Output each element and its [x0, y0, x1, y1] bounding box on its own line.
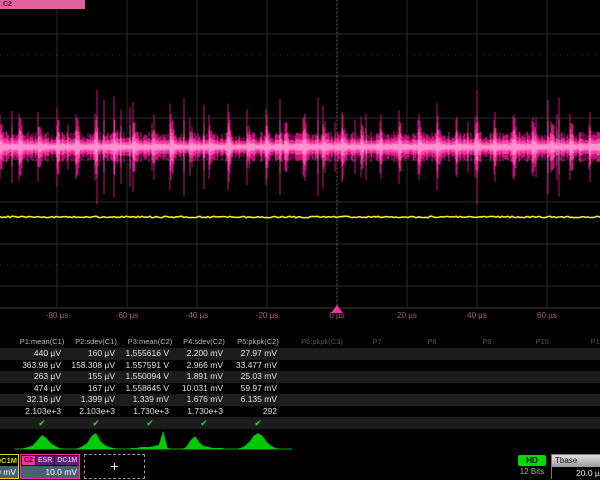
measurement-value: 1.550094 V [123, 371, 169, 381]
measurement-value: 1.555616 V [123, 348, 169, 358]
c2-esr-badge: ESR [36, 456, 54, 465]
measurement-value: 2.966 mV [177, 360, 223, 370]
histicon[interactable] [128, 431, 172, 449]
measurement-value: 155 µV [69, 371, 115, 381]
measurement-header-inactive[interactable]: P11 [570, 337, 600, 346]
timebase-descriptor[interactable]: Tbase 20.0 µs [551, 454, 600, 479]
measurement-value: 263 µV [15, 371, 61, 381]
histicon[interactable] [74, 433, 118, 449]
measurement-value: 1.558645 V [123, 383, 169, 393]
measurement-value: 292 [231, 406, 277, 416]
measurement-header[interactable]: P3:mean(C2) [123, 337, 177, 346]
time-axis-label: -20 µs [245, 311, 289, 320]
measurement-header-inactive[interactable]: P6:pkpk(C3) [295, 337, 350, 346]
time-axis-label: 60 µs [525, 311, 569, 320]
c2-coupling-badge: DC1M [55, 456, 79, 465]
measurement-header-inactive[interactable]: P7 [350, 337, 405, 346]
measurement-value: 32.16 µV [15, 394, 61, 404]
c2-volts-per-div: 10.0 mV [21, 466, 79, 478]
hd-mode-badge[interactable]: HD [518, 455, 546, 466]
measurement-header-inactive[interactable]: P9 [460, 337, 515, 346]
add-trace-button[interactable]: + [84, 454, 145, 479]
hd-bits-label: 12 Bits [512, 467, 552, 476]
time-axis-label: -40 µs [175, 311, 219, 320]
histicon[interactable] [20, 435, 64, 449]
timebase-value: 20.0 µs [552, 467, 600, 479]
measurement-header-inactive[interactable]: P10 [515, 337, 570, 346]
measurement-status-check: ✔ [177, 418, 231, 429]
measurement-value: 6.135 mV [231, 394, 277, 404]
c1-volts-per-div: 10.0 mV [0, 466, 18, 478]
c1-coupling-label: DC1M [0, 456, 17, 465]
measurement-value: 1.891 mV [177, 371, 223, 381]
measurement-value: 474 µV [15, 383, 61, 393]
waveform-grid [0, 0, 600, 316]
oscilloscope-screen: C2 -100 µs -80 µs -60 µs -40 µs -20 µs 0 µs 20… [0, 0, 600, 480]
time-axis-label: 0 µs [315, 311, 359, 320]
measurement-status-check: ✔ [15, 418, 69, 429]
measurement-value: 33.477 mV [231, 360, 277, 370]
measurement-value: 1.557591 V [123, 360, 169, 370]
time-axis-label: 20 µs [385, 311, 429, 320]
measurement-status-check: ✔ [231, 418, 285, 429]
time-axis-label: 40 µs [455, 311, 499, 320]
measurement-value: 1.339 mV [123, 394, 169, 404]
measurement-value: 363.98 µV [15, 360, 61, 370]
measurement-value: 1.730e+3 [177, 406, 223, 416]
histicon[interactable] [236, 433, 280, 449]
c2-label-badge: C2 [22, 456, 35, 465]
measurement-value: 158.308 µV [69, 360, 115, 370]
measurement-status-check: ✔ [123, 418, 177, 429]
measurement-value: 167 µV [69, 383, 115, 393]
channel-c1-descriptor[interactable]: DC1M 10.0 mV [0, 454, 19, 479]
time-axis-label: -80 µs [35, 311, 79, 320]
measurement-header[interactable]: P4:sdev(C2) [177, 337, 231, 346]
measurement-value: 27.97 mV [231, 348, 277, 358]
time-axis-label: -100 µs [0, 311, 9, 320]
measurement-value: 10.031 mV [177, 383, 223, 393]
measurement-value: 2.200 mV [177, 348, 223, 358]
histicon[interactable] [182, 436, 226, 449]
measurement-value: 1.676 mV [177, 394, 223, 404]
time-axis-label: -60 µs [105, 311, 149, 320]
channel-c2-descriptor[interactable]: C2 ESR DC1M 10.0 mV [20, 454, 80, 479]
measurement-header[interactable]: P1:mean(C1) [15, 337, 69, 346]
trace-badge: C2 [0, 0, 85, 9]
histicons[interactable] [0, 431, 300, 453]
measurement-value: 160 µV [69, 348, 115, 358]
measurement-value: 2.103e+3 [69, 406, 115, 416]
measurement-value: 2.103e+3 [15, 406, 61, 416]
measurement-value: 440 µV [15, 348, 61, 358]
timebase-title: Tbase [552, 455, 600, 467]
measurement-value: 1.730e+3 [123, 406, 169, 416]
measurement-value: 59.97 mV [231, 383, 277, 393]
measurement-status-check: ✔ [69, 418, 123, 429]
measurement-header-inactive[interactable]: P8 [405, 337, 460, 346]
measurement-value: 1.399 µV [69, 394, 115, 404]
measurement-header[interactable]: P5:pkpk(C2) [231, 337, 285, 346]
measurement-header[interactable]: P2:sdev(C1) [69, 337, 123, 346]
measurement-value: 25.03 mV [231, 371, 277, 381]
